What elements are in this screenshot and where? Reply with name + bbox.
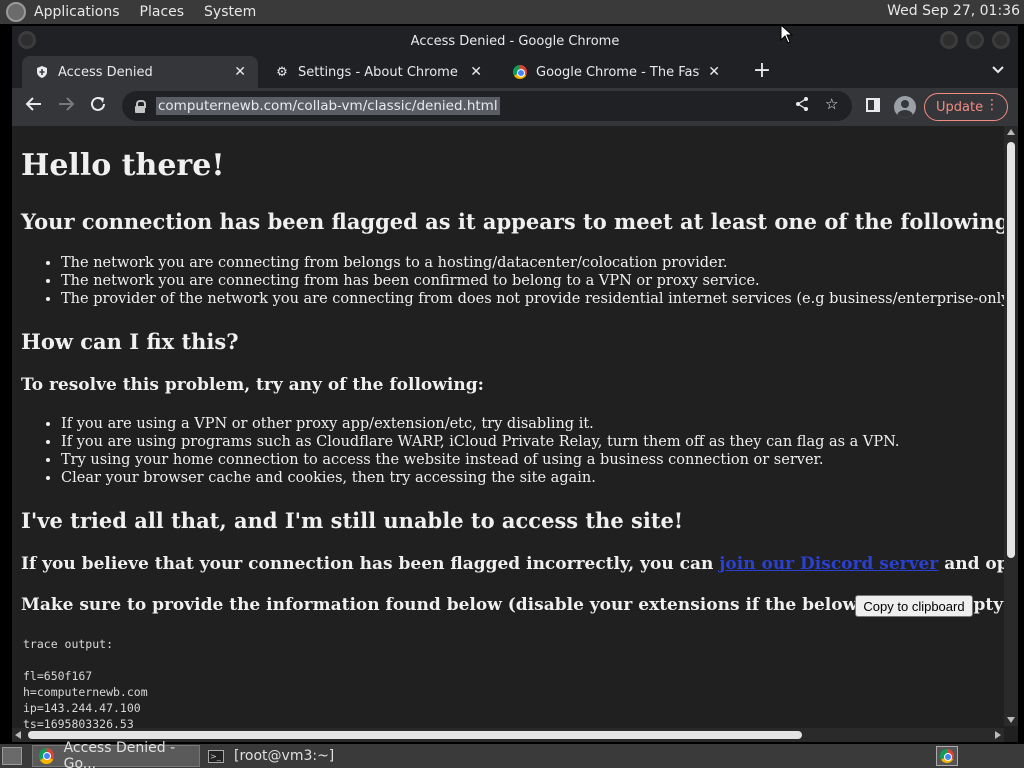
minimize-button[interactable] (940, 31, 958, 49)
window-titlebar[interactable]: Access Denied - Google Chrome (12, 26, 1018, 56)
share-icon[interactable] (794, 96, 810, 116)
list-item: If you are using a VPN or other proxy ap… (61, 415, 900, 433)
trace-label: trace output: (23, 637, 114, 651)
trace-line: fl=650f167 (23, 669, 93, 683)
tab-close-icon[interactable]: ✕ (234, 64, 246, 80)
tried-heading: I've tried all that, and I'm still unabl… (21, 508, 684, 533)
believe-prefix: If you believe that your connection has … (21, 554, 720, 574)
tab-settings-about[interactable]: ⚙ Settings - About Chrome ✕ (262, 56, 494, 88)
horizontal-scroll-thumb[interactable] (28, 731, 802, 739)
list-item: If you are using programs such as Cloudf… (61, 433, 900, 451)
list-item: The network you are connecting from has … (61, 272, 1018, 290)
forward-button[interactable] (54, 95, 78, 119)
task-label: Access Denied - Go... (63, 740, 176, 768)
side-panel-icon[interactable] (866, 98, 880, 112)
profile-avatar-icon[interactable] (894, 96, 916, 118)
fix-heading: How can I fix this? (21, 329, 239, 354)
discord-link[interactable]: join our Discord server (719, 554, 938, 574)
panel-clock[interactable]: Wed Sep 27, 01:36 (887, 3, 1020, 19)
list-item: The network you are connecting from belo… (61, 254, 1018, 272)
tab-label: Access Denied (58, 64, 153, 80)
more-menu-icon[interactable]: ⋮ (985, 97, 999, 113)
top-panel: Applications Places System Wed Sep 27, 0… (0, 0, 1024, 24)
menu-applications[interactable]: Applications (34, 4, 120, 20)
shield-icon (34, 64, 50, 80)
vertical-scrollbar[interactable] (1004, 126, 1018, 726)
chrome-icon (512, 64, 528, 80)
tab-close-icon[interactable]: ✕ (470, 64, 482, 80)
terminal-icon: >_ (208, 749, 224, 763)
update-button[interactable]: Update ⋮ (924, 93, 1008, 121)
browser-toolbar: computernewb.com/collab-vm/classic/denie… (12, 88, 1018, 126)
gear-icon: ⚙ (276, 64, 288, 80)
fixes-list: If you are using a VPN or other proxy ap… (61, 415, 900, 487)
task-chrome-window[interactable]: Access Denied - Go... (32, 740, 200, 768)
distro-logo-icon[interactable] (6, 2, 26, 22)
criteria-list: The network you are connecting from belo… (61, 254, 1018, 308)
back-button[interactable] (22, 95, 46, 119)
trace-output[interactable]: trace output: fl=650f167 h=computernewb.co… (23, 636, 148, 732)
address-bar[interactable]: computernewb.com/collab-vm/classic/denie… (122, 91, 852, 121)
close-window-button[interactable] (992, 31, 1010, 49)
task-label: [root@vm3:~] (234, 748, 335, 764)
window-menu-icon[interactable] (18, 31, 36, 49)
bottom-taskbar: Access Denied - Go... >_ [root@vm3:~] (0, 740, 1024, 768)
criteria-heading: Your connection has been flagged as it a… (21, 209, 1018, 234)
url-text[interactable]: computernewb.com/collab-vm/classic/denie… (156, 97, 500, 115)
list-item: Clear your browser cache and cookies, th… (61, 469, 900, 487)
bookmark-star-icon[interactable]: ☆ (825, 95, 838, 113)
trace-line: h=computernewb.com (23, 685, 148, 699)
copy-to-clipboard-button[interactable]: Copy to clipboard (855, 595, 973, 617)
tab-label: Settings - About Chrome (298, 64, 458, 80)
resolve-heading: To resolve this problem, try any of the … (21, 375, 484, 395)
tab-access-denied[interactable]: Access Denied ✕ (22, 56, 258, 88)
task-terminal-window[interactable]: >_ [root@vm3:~] (202, 745, 402, 767)
new-tab-button[interactable]: + (750, 60, 774, 84)
tray-chrome-icon[interactable] (936, 746, 958, 766)
tab-strip: Access Denied ✕ ⚙ Settings - About Chrom… (12, 56, 1018, 88)
lock-icon[interactable] (134, 100, 146, 113)
scroll-down-icon[interactable] (1007, 717, 1015, 723)
tab-search-chevron-down-icon[interactable] (992, 62, 1004, 78)
chrome-icon (39, 748, 54, 764)
tab-close-icon[interactable]: ✕ (708, 64, 720, 80)
show-desktop-button[interactable] (2, 747, 22, 765)
list-item: The provider of the network you are conn… (61, 290, 1018, 308)
page-viewport: Hello there! Your connection has been fl… (12, 126, 1018, 742)
trace-line: ip=143.244.47.100 (23, 701, 141, 715)
maximize-button[interactable] (966, 31, 984, 49)
window-title: Access Denied - Google Chrome (410, 33, 620, 49)
list-item: Try using your home connection to access… (61, 451, 900, 469)
mouse-cursor-icon (780, 24, 794, 44)
page-title: Hello there! (21, 148, 225, 183)
scroll-left-icon[interactable] (15, 731, 21, 739)
chrome-window: Access Denied - Google Chrome Access Den… (12, 26, 1018, 742)
menu-places[interactable]: Places (140, 4, 185, 20)
believe-paragraph: If you believe that your connection has … (21, 554, 1018, 574)
menu-system[interactable]: System (204, 4, 256, 20)
tab-google-chrome[interactable]: Google Chrome - The Fast & Se ✕ (500, 56, 732, 88)
update-label: Update (936, 99, 984, 115)
scroll-up-icon[interactable] (1007, 129, 1015, 135)
scroll-right-icon[interactable] (995, 731, 1001, 739)
vertical-scroll-thumb[interactable] (1007, 142, 1015, 558)
reload-button[interactable] (86, 95, 110, 119)
tab-label: Google Chrome - The Fast & Se (536, 64, 700, 80)
